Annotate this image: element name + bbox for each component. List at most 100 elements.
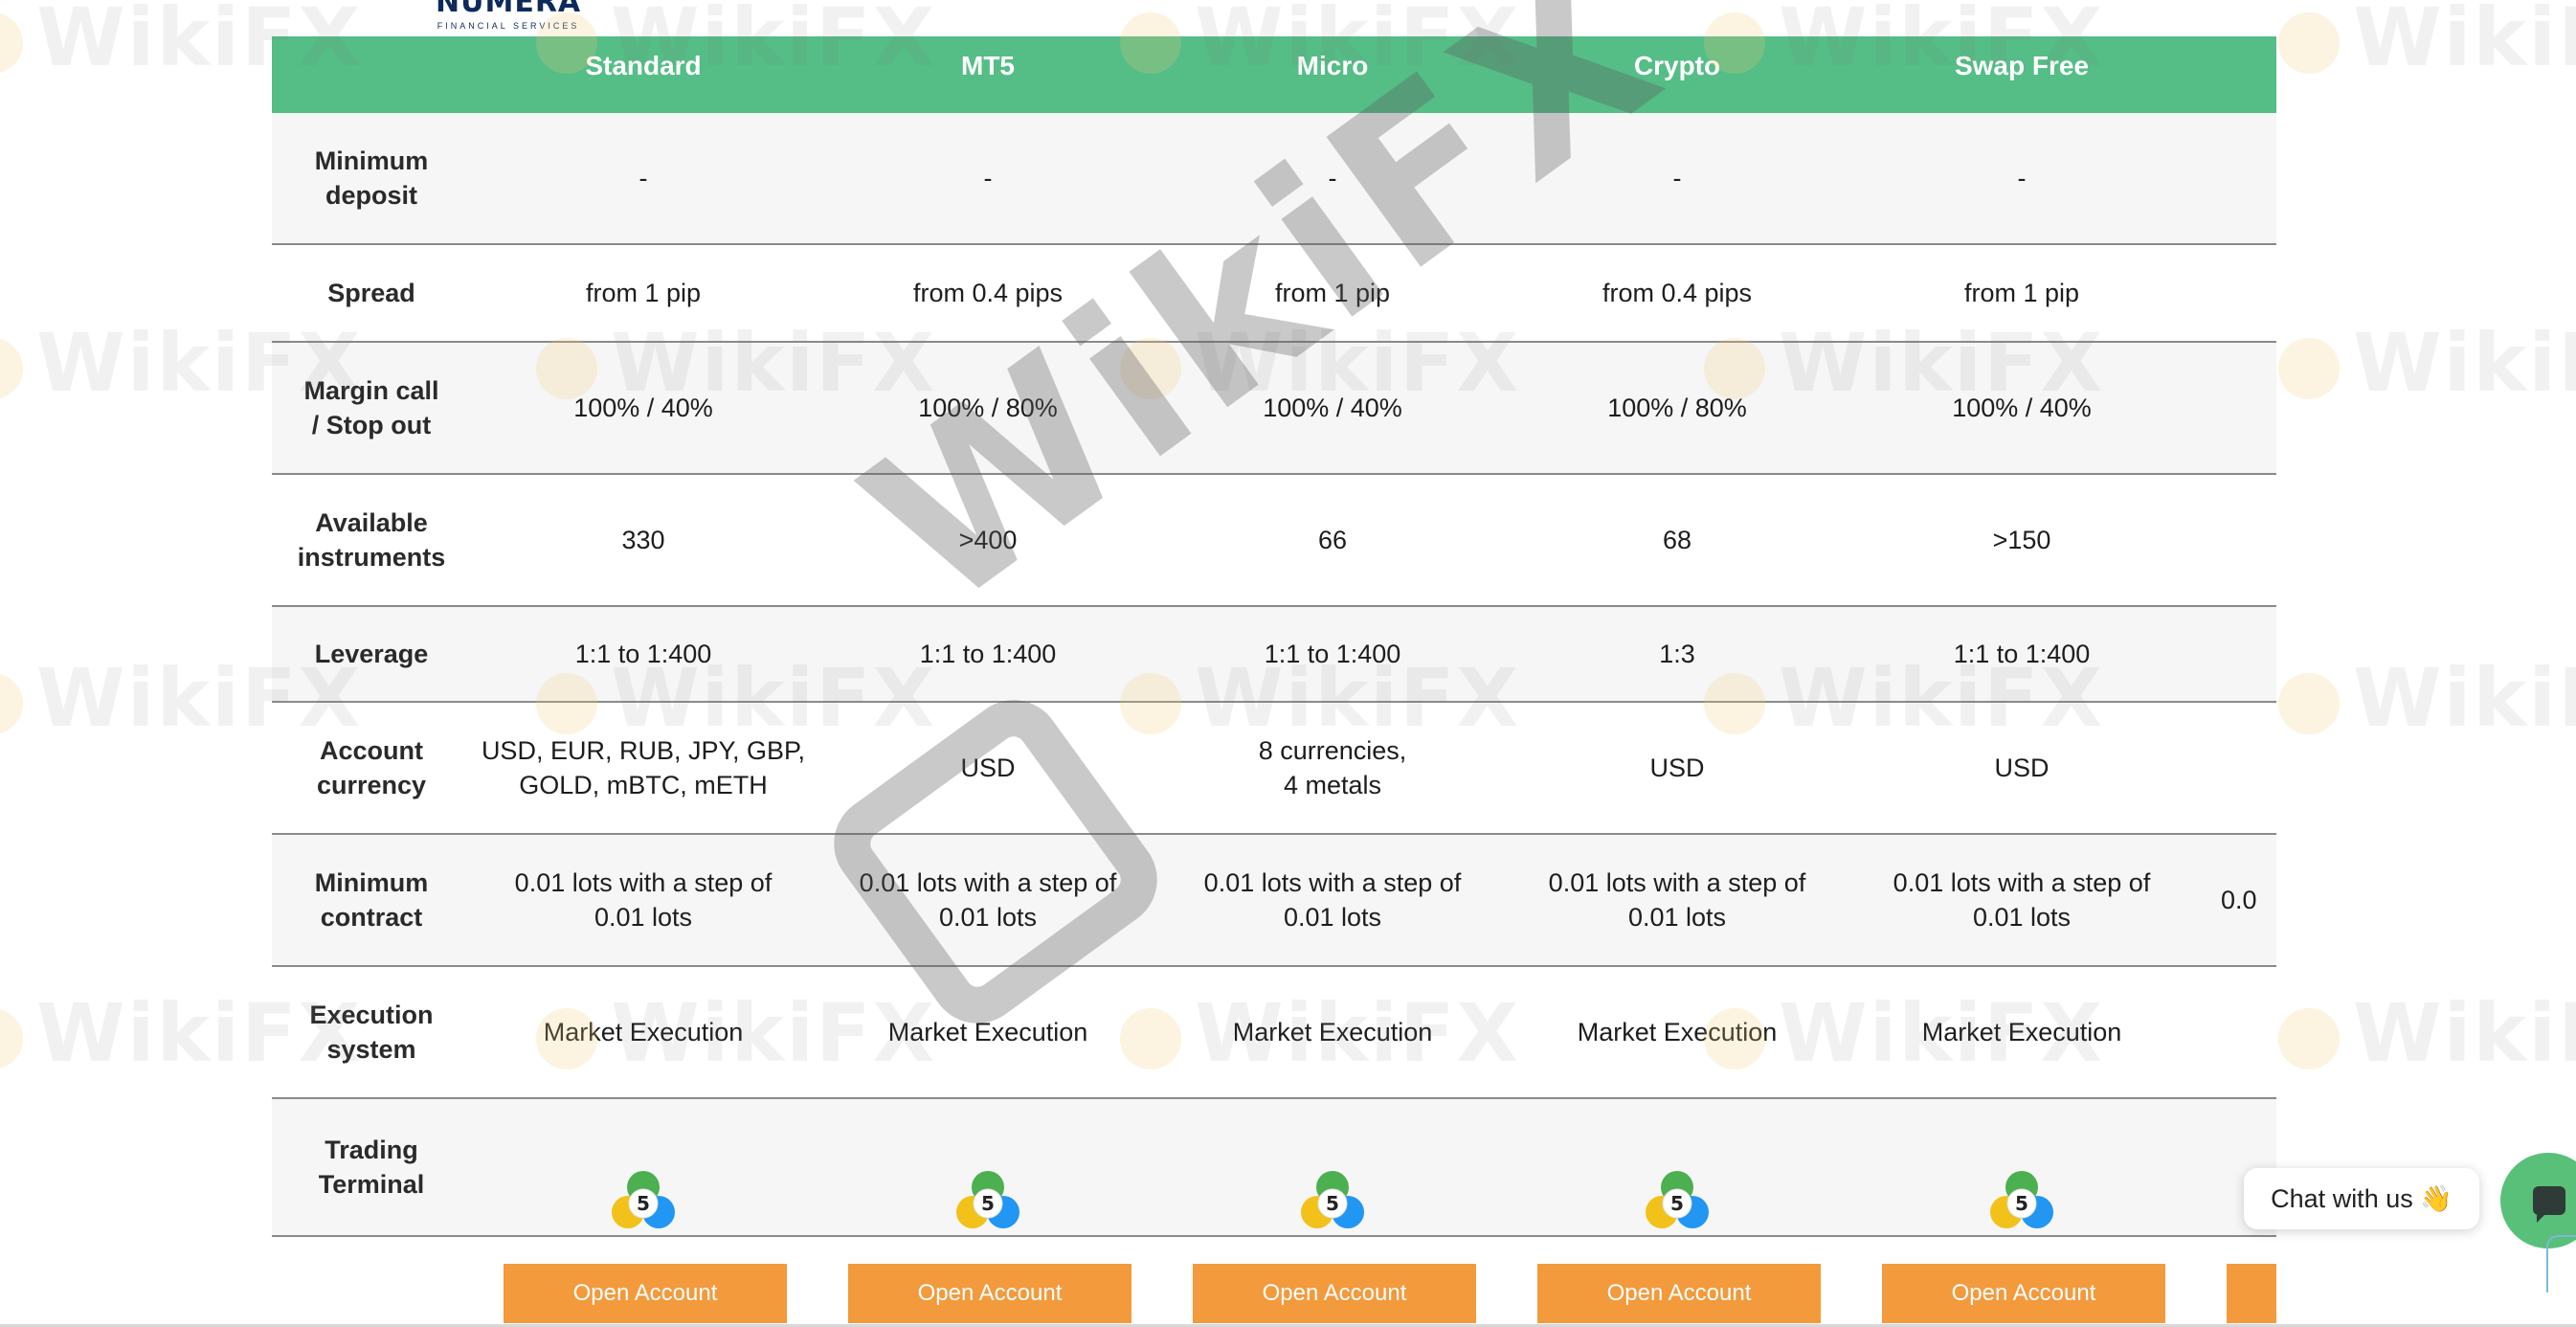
cell-mt5: - bbox=[983, 164, 993, 192]
cell-swap-free: - bbox=[2017, 164, 2027, 192]
cell-swap-free: >150 bbox=[1992, 526, 2051, 554]
row-label: Trading Terminal bbox=[318, 1136, 425, 1199]
cell-mt5: USD bbox=[960, 753, 1016, 782]
open-account-button-standard[interactable]: Open Account bbox=[504, 1264, 787, 1323]
header-crypto: Crypto bbox=[1633, 51, 1721, 80]
row-label: Account currency bbox=[316, 736, 427, 799]
svg-text:5: 5 bbox=[1670, 1192, 1684, 1215]
cell-mt5: 1:1 to 1:400 bbox=[919, 640, 1057, 668]
cell-crypto: 1:3 bbox=[1659, 640, 1695, 668]
row-label: Minimum deposit bbox=[314, 146, 429, 210]
cell-mt5: >400 bbox=[958, 526, 1018, 554]
chat-icon bbox=[2533, 1186, 2565, 1223]
cell-micro: 100% / 40% bbox=[1263, 394, 1402, 422]
open-account-button-micro[interactable]: Open Account bbox=[1193, 1264, 1476, 1323]
metatrader5-icon: 5 bbox=[1293, 1128, 1372, 1228]
cell-swap-free: 1:1 to 1:400 bbox=[1953, 640, 2091, 668]
watermark: WikiFX bbox=[2278, 986, 2576, 1080]
open-account-button-cut-off[interactable] bbox=[2227, 1264, 2276, 1323]
cell-crypto: USD bbox=[1649, 753, 1705, 782]
terminal-cell-micro: 5 bbox=[1160, 1099, 1505, 1235]
cell-micro: 66 bbox=[1317, 526, 1348, 554]
cell-standard: from 1 pip bbox=[585, 279, 702, 307]
open-account-button-mt5[interactable]: Open Account bbox=[848, 1264, 1131, 1323]
metatrader5-icon: 5 bbox=[1638, 1128, 1716, 1228]
cell-mt5: Market Execution bbox=[887, 1018, 1088, 1046]
row-label: Execution system bbox=[309, 1001, 434, 1064]
metatrader5-icon: 5 bbox=[604, 1128, 683, 1228]
cell-crypto: Market Execution bbox=[1577, 1018, 1778, 1046]
cell-crypto: 0.01 lots with a step of 0.01 lots bbox=[1548, 868, 1806, 932]
cell-standard: USD, EUR, RUB, JPY, GBP, GOLD, mBTC, mET… bbox=[481, 736, 806, 799]
header-mt5: MT5 bbox=[961, 51, 1015, 80]
terminal-cell-swap-free: 5 bbox=[1849, 1099, 2194, 1235]
cell-micro: 8 currencies, 4 metals bbox=[1258, 736, 1407, 799]
cell-standard: 0.01 lots with a step of 0.01 lots bbox=[514, 868, 773, 932]
svg-text:5: 5 bbox=[637, 1192, 650, 1215]
row-available-instruments: Available instruments 330 >400 66 68 >15… bbox=[272, 475, 2276, 607]
cell-swap-free: Market Execution bbox=[1921, 1018, 2122, 1046]
row-spread: Spread from 1 pip from 0.4 pips from 1 p… bbox=[272, 245, 2276, 343]
cell-micro: 0.01 lots with a step of 0.01 lots bbox=[1203, 868, 1462, 932]
cell-standard: 1:1 to 1:400 bbox=[574, 640, 712, 668]
terminal-cell-mt5: 5 bbox=[816, 1099, 1160, 1235]
cell-crypto: - bbox=[1672, 164, 1682, 192]
svg-text:5: 5 bbox=[981, 1192, 995, 1215]
open-account-row: Open Account Open Account Open Account O… bbox=[272, 1264, 2276, 1327]
header-micro: Micro bbox=[1296, 51, 1369, 80]
watermark: WikiFX bbox=[2278, 316, 2576, 410]
row-minimum-contract: Minimum contract 0.01 lots with a step o… bbox=[272, 835, 2276, 967]
logo-tagline: FINANCIAL SERVICES bbox=[437, 21, 580, 31]
metatrader5-icon: 5 bbox=[1982, 1128, 2061, 1228]
table-header: Standard MT5 Micro Crypto Swap Free bbox=[272, 36, 2276, 113]
cell-micro: - bbox=[1328, 164, 1337, 192]
open-account-button-crypto[interactable]: Open Account bbox=[1537, 1264, 1821, 1323]
cell-standard: 100% / 40% bbox=[573, 394, 713, 422]
cell-crypto: 68 bbox=[1662, 526, 1692, 554]
cell-micro: Market Execution bbox=[1232, 1018, 1433, 1046]
watermark: WikiFX bbox=[2278, 651, 2576, 745]
row-execution-system: Execution system Market Execution Market… bbox=[272, 967, 2276, 1099]
account-comparison-table: Standard MT5 Micro Crypto Swap Free Mini… bbox=[272, 36, 2276, 1327]
header-swap-free: Swap Free bbox=[1954, 51, 2090, 80]
chat-launcher-button[interactable] bbox=[2500, 1153, 2576, 1248]
cell-standard: - bbox=[638, 164, 648, 192]
header-standard: Standard bbox=[585, 51, 702, 80]
cell-micro: from 1 pip bbox=[1274, 279, 1391, 307]
row-label: Spread bbox=[327, 279, 415, 307]
cell-cut-off: I bbox=[2194, 967, 2276, 1097]
row-account-currency: Account currency USD, EUR, RUB, JPY, GBP… bbox=[272, 703, 2276, 835]
cell-crypto: 100% / 80% bbox=[1607, 394, 1747, 422]
row-label: Available instruments bbox=[297, 508, 446, 572]
scroll-to-top-icon[interactable] bbox=[2546, 1235, 2576, 1293]
metatrader5-icon: 5 bbox=[949, 1128, 1027, 1228]
row-margin-call: Margin call / Stop out 100% / 40% 100% /… bbox=[272, 343, 2276, 475]
row-leverage: Leverage 1:1 to 1:400 1:1 to 1:400 1:1 t… bbox=[272, 607, 2276, 703]
cell-standard: Market Execution bbox=[543, 1018, 744, 1046]
row-label: Leverage bbox=[314, 640, 429, 668]
terminal-cell-standard: 5 bbox=[471, 1099, 816, 1235]
cell-mt5: 100% / 80% bbox=[918, 394, 1058, 422]
cell-cut-off: 0.0 bbox=[2221, 886, 2257, 914]
cell-micro: 1:1 to 1:400 bbox=[1264, 640, 1401, 668]
row-minimum-deposit: Minimum deposit - - - - - bbox=[272, 113, 2276, 245]
row-trading-terminal: Trading Terminal 5 5 5 5 5 bbox=[272, 1099, 2276, 1237]
cell-swap-free: 0.01 lots with a step of 0.01 lots bbox=[1893, 868, 2151, 932]
chat-with-us-bubble[interactable]: Chat with us 👋 bbox=[2244, 1168, 2479, 1229]
svg-text:5: 5 bbox=[1326, 1192, 1339, 1215]
cell-mt5: from 0.4 pips bbox=[912, 279, 1064, 307]
svg-text:5: 5 bbox=[2015, 1192, 2028, 1215]
cell-mt5: 0.01 lots with a step of 0.01 lots bbox=[859, 868, 1117, 932]
watermark: WikiFX bbox=[2278, 0, 2576, 84]
cell-standard: 330 bbox=[621, 526, 665, 554]
row-label: Margin call / Stop out bbox=[303, 376, 439, 439]
cell-crypto: from 0.4 pips bbox=[1602, 279, 1753, 307]
numera-logo[interactable]: NUMERA FINANCIAL SERVICES bbox=[436, 0, 581, 31]
cell-swap-free: from 1 pip bbox=[1963, 279, 2080, 307]
cell-swap-free: USD bbox=[1994, 753, 2050, 782]
open-account-button-swap-free[interactable]: Open Account bbox=[1882, 1264, 2165, 1323]
cell-swap-free: 100% / 40% bbox=[1952, 394, 2092, 422]
row-label: Minimum contract bbox=[314, 868, 429, 932]
logo-wordmark: NUMERA bbox=[436, 0, 582, 19]
terminal-cell-crypto: 5 bbox=[1505, 1099, 1849, 1235]
